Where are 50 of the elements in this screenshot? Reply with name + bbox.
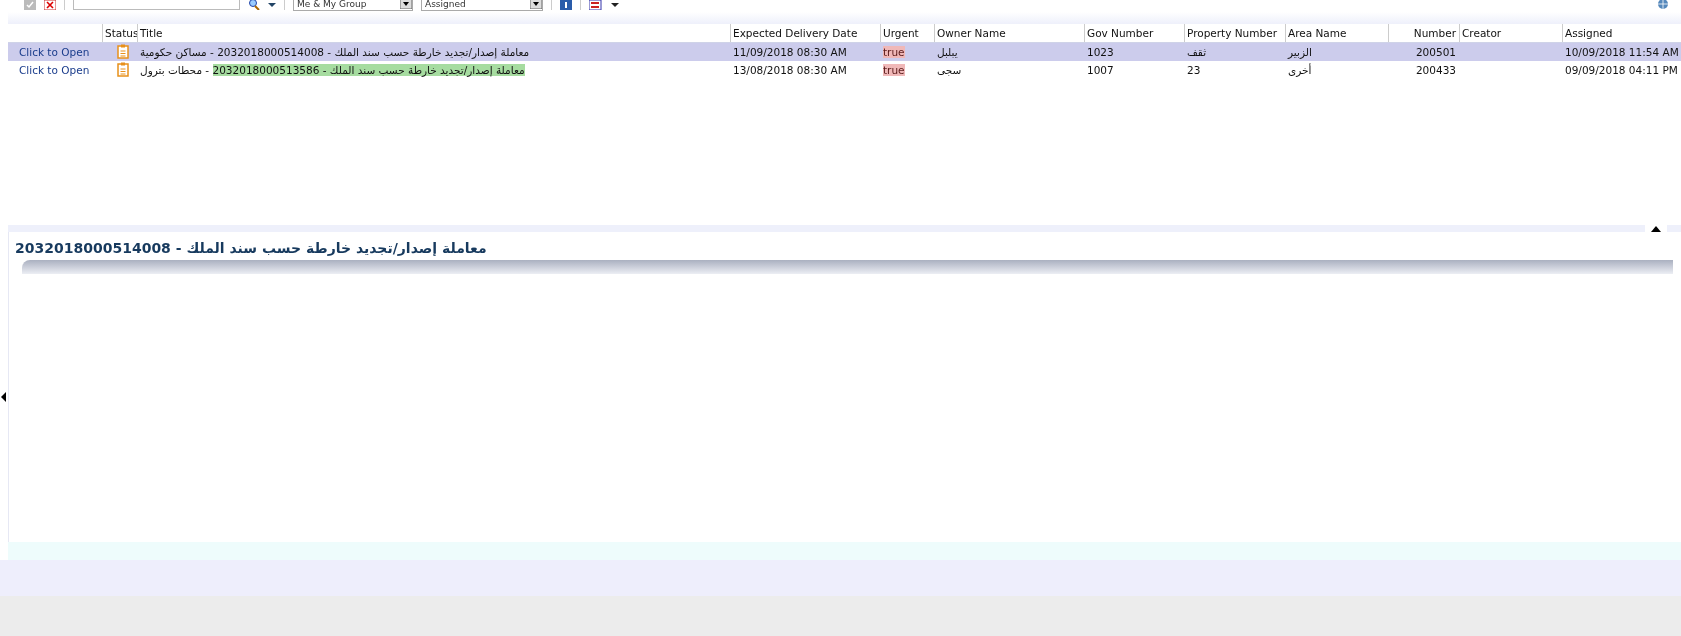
table-cell: 200433 xyxy=(1415,64,1456,76)
column-header[interactable]: Number xyxy=(1413,27,1456,39)
table-cell: 200501 xyxy=(1415,46,1456,58)
caret-icon xyxy=(530,0,542,9)
checkmark-icon[interactable] xyxy=(24,0,36,10)
status-filter-dropdown[interactable]: Assigned xyxy=(421,0,543,11)
column-header[interactable]: Assigned xyxy=(1565,27,1613,39)
table-cell: الزبير xyxy=(1288,46,1312,58)
column-header[interactable]: Status xyxy=(105,27,139,39)
caret-icon xyxy=(400,0,412,9)
table-cell: 10/09/2018 11:54 AM xyxy=(1565,46,1679,58)
table-cell: 13/08/2018 08:30 AM xyxy=(733,64,847,76)
table-cell: سجى xyxy=(937,64,962,76)
column-header[interactable]: Property Number xyxy=(1187,27,1277,39)
detail-title: معاملة إصدار/تجديد خارطة حسب سند الملك - 2032018000514008 xyxy=(15,240,487,256)
column-header[interactable]: Gov Number xyxy=(1087,27,1154,39)
expand-left-icon[interactable] xyxy=(1,392,6,402)
globe-icon[interactable] xyxy=(1657,0,1669,10)
table-cell: ثقف xyxy=(1187,46,1207,58)
owner-filter-dropdown[interactable]: Me & My Group xyxy=(293,0,413,11)
title-text: معاملة إصدار/تجديد خارطة حسب سند الملك - 2032018000514008 - مساكن حكومية xyxy=(140,46,530,58)
column-header[interactable]: Area Name xyxy=(1288,27,1347,39)
report-icon[interactable] xyxy=(589,0,603,10)
close-icon[interactable] xyxy=(44,0,56,10)
search-field[interactable] xyxy=(73,0,240,10)
open-link[interactable]: Click to Open xyxy=(19,46,90,58)
table-cell: أخرى xyxy=(1288,64,1312,76)
caret-icon[interactable] xyxy=(268,0,276,10)
clipboard-icon xyxy=(117,62,129,77)
column-header[interactable]: Urgent xyxy=(883,27,919,39)
urgent-flag: true xyxy=(883,46,905,58)
table-cell: يبلبل xyxy=(937,46,958,58)
up-arrow-icon xyxy=(1651,225,1661,232)
table-cell: 09/09/2018 04:11 PM xyxy=(1565,64,1678,76)
caret-icon[interactable] xyxy=(611,0,619,10)
info-icon[interactable] xyxy=(560,0,572,10)
column-header[interactable]: Title xyxy=(140,27,163,39)
table-cell: 11/09/2018 08:30 AM xyxy=(733,46,847,58)
table-cell: 1023 xyxy=(1087,46,1114,58)
highlighted-title-text: معاملة إصدار/تجديد خارطة حسب سند الملك - 2032018000513586 xyxy=(212,64,525,76)
column-header[interactable]: Creator xyxy=(1462,27,1502,39)
search-icon[interactable] xyxy=(248,0,260,10)
table-cell: 1007 xyxy=(1087,64,1114,76)
urgent-flag: true xyxy=(883,64,905,76)
table-cell: 23 xyxy=(1187,64,1201,76)
column-header[interactable]: Expected Delivery Date xyxy=(733,27,858,39)
clipboard-icon xyxy=(117,44,129,59)
column-header[interactable]: Owner Name xyxy=(937,27,1006,39)
title-text: - محطات بترول xyxy=(140,64,211,76)
open-link[interactable]: Click to Open xyxy=(19,64,90,76)
